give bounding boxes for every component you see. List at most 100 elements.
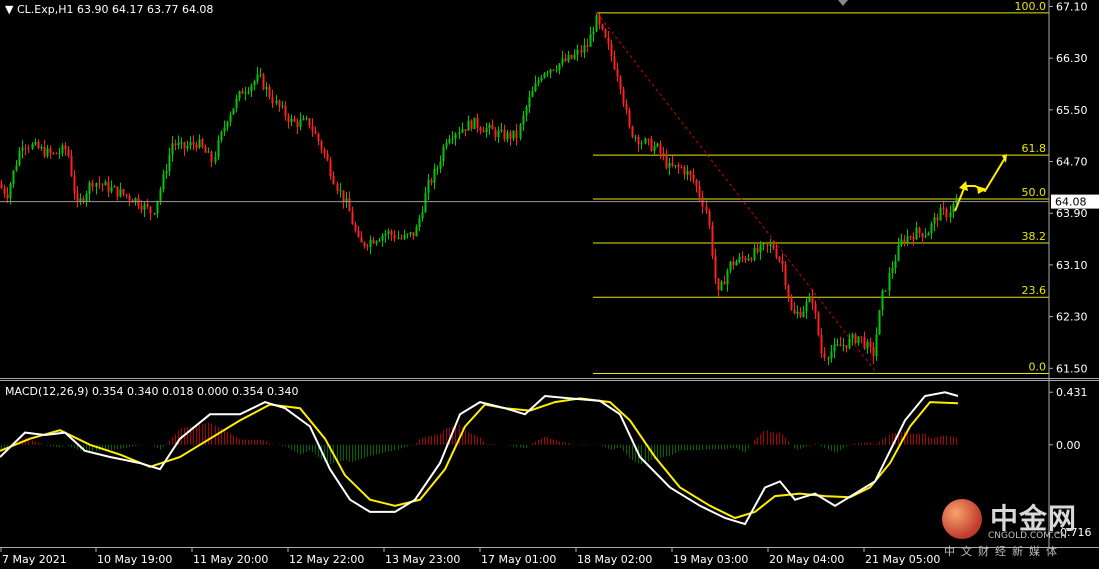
candle-body <box>226 122 229 128</box>
candle-body <box>107 181 110 192</box>
candle-body <box>637 136 640 145</box>
time-tick-label: 10 May 19:00 <box>97 553 172 566</box>
candle-body <box>296 121 299 127</box>
candle-body <box>278 100 281 107</box>
candle-body <box>851 334 854 339</box>
candle-body <box>442 146 445 162</box>
candle-body <box>939 207 942 221</box>
candle-body <box>473 117 476 130</box>
candle-body <box>894 260 897 268</box>
candle-body <box>729 261 732 271</box>
brand-slogan: 中文财经新媒体 <box>944 545 1063 558</box>
candle-body <box>378 240 381 242</box>
candle-body <box>503 129 506 140</box>
candle-body <box>781 260 784 265</box>
candle-body <box>198 139 201 148</box>
price-tick-label: 64.70 <box>1056 156 1088 169</box>
candle-body <box>683 167 686 175</box>
candle-body <box>290 118 293 123</box>
candle-body <box>12 170 15 185</box>
candle-body <box>46 148 49 157</box>
candle-body <box>784 264 787 286</box>
candle-body <box>814 303 817 313</box>
candle-body <box>76 193 79 201</box>
time-tick-label: 7 May 2021 <box>2 553 67 566</box>
candle-body <box>488 124 491 129</box>
candle-body <box>308 118 311 126</box>
candle-body <box>769 244 772 246</box>
candle-body <box>256 74 259 82</box>
time-tick-label: 13 May 23:00 <box>385 553 460 566</box>
macd-header: MACD(12,26,9) 0.354 0.340 0.018 0.000 0.… <box>5 385 299 398</box>
candle-body <box>284 105 287 117</box>
candle-body <box>271 96 274 104</box>
candle-body <box>275 100 278 104</box>
dropdown-arrow-icon[interactable]: ▼ <box>5 3 13 16</box>
candle-body <box>451 138 454 140</box>
fib-level-label: 38.2 <box>1022 230 1047 243</box>
candle-body <box>686 171 689 175</box>
candle-body <box>52 152 55 154</box>
candle-body <box>778 257 781 261</box>
candle-body <box>40 147 43 149</box>
candle-body <box>351 211 354 225</box>
candle-body <box>73 175 76 194</box>
candle-body <box>406 234 409 236</box>
candle-body <box>43 147 46 157</box>
candle-body <box>909 236 912 238</box>
time-tick-label: 20 May 04:00 <box>769 553 844 566</box>
candle-body <box>692 174 695 181</box>
candle-body <box>833 344 836 352</box>
candle-body <box>945 209 948 218</box>
candle-body <box>952 203 955 213</box>
candle-body <box>839 344 842 347</box>
candle-body <box>561 58 564 64</box>
candle-body <box>714 256 717 279</box>
candle-body <box>232 108 235 115</box>
candle-body <box>162 173 165 190</box>
symbol-header[interactable]: ▼ CL.Exp,H1 63.90 64.17 63.77 64.08 <box>5 3 213 16</box>
candle-body <box>671 162 674 166</box>
candle-body <box>159 189 162 201</box>
candle-body <box>424 192 427 213</box>
candle-body <box>549 69 552 73</box>
candle-body <box>677 165 680 168</box>
candle-body <box>27 148 30 150</box>
candle-body <box>515 130 518 138</box>
candle-body <box>18 150 21 166</box>
candle-body <box>900 239 903 246</box>
candle-body <box>836 344 839 346</box>
candle-body <box>113 186 116 188</box>
candle-body <box>698 186 701 197</box>
candle-body <box>85 193 88 202</box>
macd-tick-label: 0.431 <box>1056 386 1088 399</box>
candle-body <box>723 281 726 285</box>
candle-body <box>403 235 406 239</box>
candle-body <box>384 233 387 236</box>
candle-body <box>558 63 561 70</box>
candle-body <box>183 142 186 149</box>
candle-body <box>445 142 448 147</box>
price-tick-label: 62.30 <box>1056 311 1088 324</box>
candle-body <box>49 148 52 153</box>
candle-body <box>88 182 91 194</box>
candle-body <box>500 129 503 132</box>
fib-level-label: 0.0 <box>1029 360 1047 373</box>
candle-body <box>741 256 744 258</box>
candle-body <box>61 145 64 154</box>
candle-body <box>24 147 27 149</box>
candle-body <box>695 180 698 187</box>
candle-body <box>567 54 570 62</box>
candle-body <box>186 145 189 149</box>
candle-body <box>171 143 174 155</box>
candle-body <box>461 129 464 133</box>
candle-body <box>625 103 628 111</box>
candle-body <box>143 203 146 210</box>
candle-body <box>570 54 573 59</box>
candle-body <box>705 206 708 211</box>
candle-body <box>933 217 936 224</box>
fibonacci-retracement[interactable]: 100.0 61.8 50.0 38.2 23.6 0.0 <box>593 0 1049 374</box>
candle-body <box>192 142 195 145</box>
chart-canvas[interactable]: 100.0 61.8 50.0 38.2 23.6 0.0 67.10 66.30 65.50… <box>0 0 1099 569</box>
candle-body <box>390 231 393 235</box>
